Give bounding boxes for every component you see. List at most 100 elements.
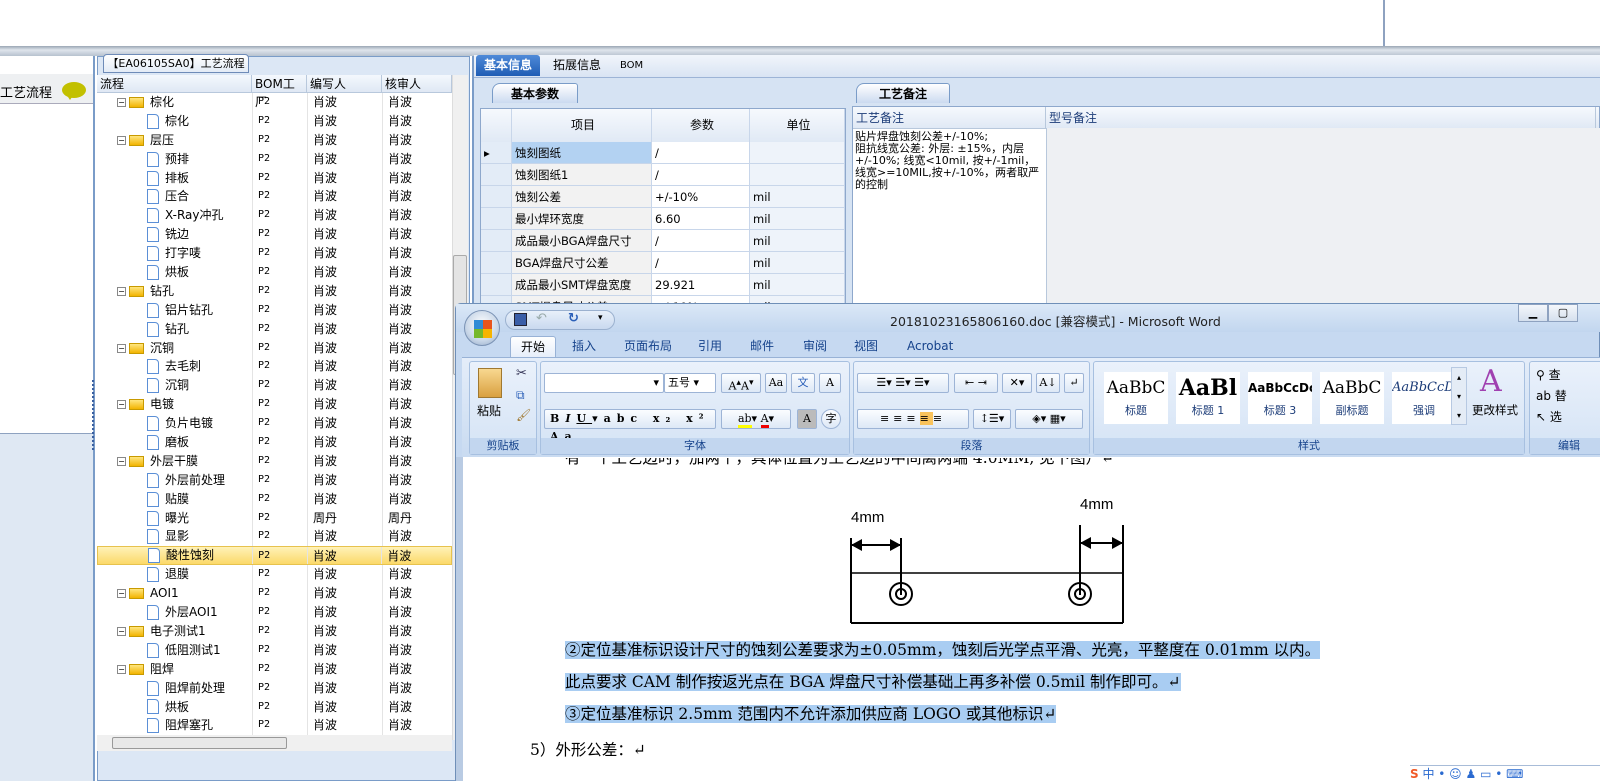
ribbon-tab-mailings[interactable]: 邮件 — [740, 336, 784, 357]
params-row[interactable]: 蚀刻图纸1 / — [481, 164, 845, 186]
row-header[interactable] — [481, 208, 512, 229]
doc-paragraph-2a[interactable]: ②定位基准标识设计尺寸的蚀刻公差要求为±0.05mm，蚀刻后光学点平滑、光亮，平… — [565, 638, 1321, 660]
tree-row[interactable]: 沉铜 P2 肖波 肖波 — [97, 376, 452, 396]
collapse-icon[interactable]: − — [117, 664, 126, 674]
tree-row[interactable]: 显影 P2 肖波 肖波 — [97, 527, 452, 547]
collapse-icon[interactable]: − — [117, 135, 126, 145]
maximize-button[interactable]: ▢ — [1548, 304, 1578, 322]
ribbon-tab-layout[interactable]: 页面布局 — [614, 336, 682, 357]
cell-unit[interactable] — [750, 142, 845, 163]
tree-row[interactable]: 排板 P2 肖波 肖波 — [97, 168, 452, 188]
model-notes-cell[interactable] — [1046, 128, 1600, 308]
row-header[interactable] — [481, 274, 512, 295]
select-all-corner[interactable] — [481, 109, 512, 142]
col-flow[interactable]: 流程 — [97, 75, 252, 92]
format-painter-icon[interactable]: 🖌 — [516, 408, 531, 422]
tree-row[interactable]: 贴膜 P2 肖波 肖波 — [97, 489, 452, 509]
col-bom-factory[interactable]: BOM工厂 — [252, 75, 307, 109]
cut-icon[interactable]: ✂ — [516, 366, 527, 381]
params-row[interactable]: BGA焊盘尺寸公差 / mil — [481, 252, 845, 274]
clear-format-icon[interactable]: Aa — [765, 373, 787, 393]
ribbon-tab-acrobat[interactable]: Acrobat — [897, 336, 963, 357]
col-writer[interactable]: 编写人 — [307, 75, 382, 92]
styles-scroll[interactable]: ▴ ▾ ▾ — [1451, 367, 1467, 425]
cell-value[interactable]: 6.60 — [652, 208, 750, 229]
tree-row[interactable]: 烘板 P2 肖波 肖波 — [97, 263, 452, 282]
cell-value[interactable]: 29.921 — [652, 274, 750, 295]
customize-qat-icon[interactable]: ▾ — [598, 313, 603, 323]
phonetic-guide-icon[interactable]: 文 — [791, 373, 815, 393]
sort-icon[interactable]: A↓ — [1036, 373, 1060, 393]
undo-icon[interactable]: ↶ — [536, 311, 547, 326]
tree-row[interactable]: 预排 P2 肖波 肖波 — [97, 149, 452, 169]
list-buttons[interactable]: ☰▾ ☰▾ ☰▾ — [857, 373, 949, 393]
collapse-icon[interactable]: − — [117, 456, 126, 466]
chat-bubble-icon[interactable] — [62, 82, 86, 100]
ribbon-tab-view[interactable]: 视图 — [844, 336, 888, 357]
highlight-color-icon[interactable]: ab▾ A▾ — [721, 409, 791, 429]
paste-icon[interactable] — [478, 368, 502, 398]
tree-row[interactable]: 外层AOI1 P2 肖波 肖波 — [97, 603, 452, 622]
copy-icon[interactable]: ⧉ — [516, 388, 525, 403]
char-shading-icon[interactable]: A — [797, 409, 817, 429]
show-marks-icon[interactable]: ↵ — [1064, 373, 1084, 393]
tab-process-flow[interactable]: 【EA06105SA0】工艺流程 — [103, 54, 249, 73]
font-name-combo[interactable]: ▾ — [544, 373, 664, 393]
row-header[interactable]: ▸ — [481, 142, 512, 163]
col-reviewer[interactable]: 核审人 — [382, 75, 452, 92]
cell-unit[interactable]: mil — [750, 252, 845, 273]
tree-row[interactable]: 去毛刺 P2 肖波 肖波 — [97, 357, 452, 377]
params-row[interactable]: ▸ 蚀刻图纸 / — [481, 142, 845, 164]
select-button[interactable]: ↖ 选 — [1536, 408, 1562, 425]
cell-item[interactable]: 蚀刻图纸1 — [512, 164, 652, 185]
doc-paragraph-2b[interactable]: 此点要求 CAM 制作按返光点在 BGA 焊盘尺寸补偿基础上再多补偿 0.5mi… — [565, 670, 1181, 692]
process-notes-text[interactable]: 贴片焊盘蚀刻公差+/-10%; 阻抗线宽公差: 外层: ±15%，内层+/-10… — [855, 131, 1040, 191]
replace-button[interactable]: ab 替 — [1536, 387, 1567, 404]
tree-row[interactable]: 铝片钻孔 P2 肖波 肖波 — [97, 300, 452, 320]
row-header[interactable] — [481, 186, 512, 207]
row-header[interactable] — [481, 252, 512, 273]
tree-row[interactable]: X-Ray冲孔 P2 肖波 肖波 — [97, 206, 452, 226]
tab-bom[interactable]: BOM — [612, 55, 651, 76]
collapse-icon[interactable]: − — [117, 97, 126, 107]
alignment-buttons[interactable]: ≡≡≡≡≡ — [857, 409, 969, 429]
cell-unit[interactable]: mil — [750, 274, 845, 295]
cell-value[interactable]: / — [652, 252, 750, 273]
cell-value[interactable]: +/-10% — [652, 186, 750, 207]
doc-paragraph-3[interactable]: ③定位基准标识 2.5mm 范围内不允许添加供应商 LOGO 或其他标识↵ — [565, 702, 1057, 724]
cell-item[interactable]: 蚀刻公差 — [512, 186, 652, 207]
ime-toolbar[interactable]: S 中 • ☺ ♟ ▭ • ⌨ — [1410, 765, 1600, 781]
col-process-notes[interactable]: 工艺备注 — [853, 107, 1046, 128]
collapse-icon[interactable]: − — [117, 400, 126, 410]
tree-row[interactable]: 压合 P2 肖波 肖波 — [97, 187, 452, 207]
line-spacing-icon[interactable]: ↕☰▾ — [973, 409, 1011, 429]
tree-row[interactable]: 曝光 P2 周丹 周丹 — [97, 508, 452, 528]
tree-row[interactable]: 棕化 P2 肖波 肖波 — [97, 111, 452, 131]
shading-borders-icon[interactable]: ◈▾ ▦▾ — [1015, 409, 1083, 429]
font-style-buttons[interactable]: BIU▾abc x₂ x² Aa — [544, 409, 716, 443]
col-model-notes[interactable]: 型号备注 — [1046, 107, 1596, 128]
cell-item[interactable]: BGA焊盘尺寸公差 — [512, 252, 652, 273]
style-gallery-item[interactable]: AaBbC 标题 — [1104, 372, 1168, 424]
tree-row[interactable]: 低阻测试1 P2 肖波 肖波 — [97, 640, 452, 660]
font-size-combo[interactable]: 五号 ▾ — [664, 373, 716, 393]
col-value[interactable]: 参数 — [652, 109, 750, 142]
cell-value[interactable]: / — [652, 142, 750, 163]
change-styles-button[interactable]: 更改样式 — [1472, 402, 1518, 418]
tab-process-notes[interactable]: 工艺备注 — [856, 83, 950, 103]
tree-row[interactable]: 钻孔 P2 肖波 肖波 — [97, 319, 452, 339]
doc-heading-5[interactable]: 5）外形公差：↵ — [530, 738, 646, 760]
collapse-icon[interactable]: − — [117, 343, 126, 353]
style-gallery-item[interactable]: AaBbC 副标题 — [1320, 372, 1384, 424]
tree-row[interactable]: − AOI1 P2 肖波 肖波 — [97, 584, 452, 604]
ribbon-tab-review[interactable]: 审阅 — [793, 336, 837, 357]
cell-item[interactable]: 最小焊环宽度 — [512, 208, 652, 229]
ribbon-tab-references[interactable]: 引用 — [688, 336, 732, 357]
tree-row[interactable]: 铣边 P2 肖波 肖波 — [97, 225, 452, 245]
tree-row[interactable]: 退膜 P2 肖波 肖波 — [97, 565, 452, 585]
cell-value[interactable]: / — [652, 230, 750, 251]
office-button[interactable] — [464, 310, 500, 346]
tree-row[interactable]: − 层压 P2 肖波 肖波 — [97, 130, 452, 150]
scroll-thumb[interactable] — [112, 737, 287, 749]
collapse-icon[interactable]: − — [117, 286, 126, 296]
